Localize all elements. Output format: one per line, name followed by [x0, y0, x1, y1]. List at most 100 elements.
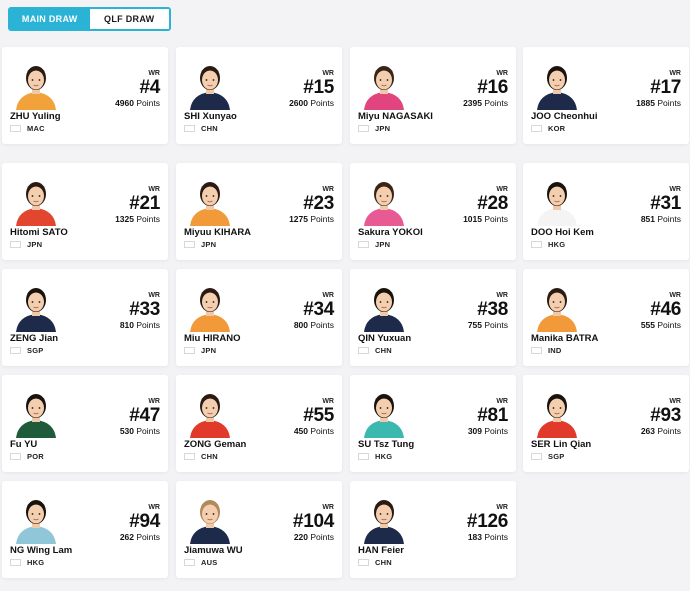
points-label: Points	[484, 214, 508, 224]
player-name[interactable]: HAN Feier	[358, 545, 404, 556]
world-rank: #16	[477, 77, 508, 98]
ranking-points: 220 Points	[254, 532, 334, 542]
points-value: 810	[119, 320, 134, 330]
player-first-name: Miu	[184, 333, 201, 344]
rank-box: WR #104 220 Points	[254, 503, 334, 542]
player-country: CHN	[358, 346, 392, 355]
player-country: MAC	[10, 124, 45, 133]
rank-box: WR #34 800 Points	[254, 291, 334, 330]
ranking-points: 2600 Points	[254, 98, 334, 108]
player-card[interactable]: WR #17 1885 Points JOO Cheonhui KOR	[523, 47, 689, 144]
ranking-points: 4960 Points	[80, 98, 160, 108]
player-name[interactable]: Sakura YOKOI	[358, 227, 423, 238]
player-card[interactable]: WR #55 450 Points ZONG Geman CHN	[176, 375, 342, 472]
chn-flag-icon	[184, 453, 195, 460]
player-name[interactable]: SU Tsz Tung	[358, 439, 414, 450]
world-rank: #23	[303, 193, 334, 214]
player-name[interactable]: ZONG Geman	[184, 439, 246, 450]
player-name[interactable]: SHI Xunyao	[184, 111, 237, 122]
player-card[interactable]: WR #31 851 Points DOO Hoi Kem HKG	[523, 163, 689, 260]
player-first-name: SER	[531, 439, 551, 450]
player-name[interactable]: QIN Yuxuan	[358, 333, 411, 344]
points-value: 755	[467, 320, 482, 330]
rank-box: WR #47 530 Points	[80, 397, 160, 436]
player-country: HKG	[358, 452, 392, 461]
player-first-name: ZONG	[184, 439, 212, 450]
player-name[interactable]: ZENG Jian	[10, 333, 58, 344]
player-name[interactable]: Manika BATRA	[531, 333, 598, 344]
player-card[interactable]: WR #47 530 Points Fu YU POR	[2, 375, 168, 472]
player-card[interactable]: WR #28 1015 Points Sakura YOKOI JPN	[350, 163, 516, 260]
ranking-points: 530 Points	[80, 426, 160, 436]
country-code: IND	[548, 346, 562, 355]
player-card[interactable]: WR #21 1325 Points Hitomi SATO JPN	[2, 163, 168, 260]
player-card[interactable]: WR #38 755 Points QIN Yuxuan CHN	[350, 269, 516, 366]
points-label: Points	[484, 320, 508, 330]
points-value: 4960	[115, 98, 134, 108]
player-first-name: Miyu	[358, 111, 380, 122]
player-name[interactable]: Miyuu KIHARA	[184, 227, 251, 238]
world-rank: #4	[139, 77, 160, 98]
player-card[interactable]: WR #23 1275 Points Miyuu KIHARA JPN	[176, 163, 342, 260]
player-name[interactable]: Jiamuwa WU	[184, 545, 243, 556]
rank-box: WR #23 1275 Points	[254, 185, 334, 224]
country-code: CHN	[375, 346, 392, 355]
points-value: 1885	[636, 98, 655, 108]
player-last-name: Xunyao	[202, 111, 237, 122]
player-last-name: Jian	[39, 333, 59, 344]
ranking-points: 263 Points	[601, 426, 681, 436]
chn-flag-icon	[358, 347, 369, 354]
points-value: 800	[293, 320, 308, 330]
player-name[interactable]: NG Wing Lam	[10, 545, 72, 556]
player-card[interactable]: WR #15 2600 Points SHI Xunyao CHN	[176, 47, 342, 144]
player-card[interactable]: WR #81 309 Points SU Tsz Tung HKG	[350, 375, 516, 472]
points-label: Points	[136, 320, 160, 330]
player-last-name: KIHARA	[214, 227, 252, 238]
player-first-name: DOO	[531, 227, 553, 238]
player-card[interactable]: WR #33 810 Points ZENG Jian SGP	[2, 269, 168, 366]
player-card[interactable]: WR #104 220 Points Jiamuwa WU AUS	[176, 481, 342, 578]
points-value: 309	[467, 426, 482, 436]
player-name[interactable]: DOO Hoi Kem	[531, 227, 594, 238]
player-first-name: ZHU	[10, 111, 30, 122]
player-card[interactable]: WR #46 555 Points Manika BATRA IND	[523, 269, 689, 366]
points-value: 450	[293, 426, 308, 436]
player-name[interactable]: SER Lin Qian	[531, 439, 591, 450]
world-rank: #15	[303, 77, 334, 98]
ranking-points: 309 Points	[428, 426, 508, 436]
player-card[interactable]: WR #16 2395 Points Miyu NAGASAKI JPN	[350, 47, 516, 144]
rank-box: WR #81 309 Points	[428, 397, 508, 436]
player-last-name: YOKOI	[392, 227, 423, 238]
player-country: CHN	[358, 558, 392, 567]
country-code: JPN	[375, 124, 391, 133]
player-name[interactable]: Miu HIRANO	[184, 333, 240, 344]
points-value: 263	[640, 426, 655, 436]
player-name[interactable]: ZHU Yuling	[10, 111, 61, 122]
hkg-flag-icon	[531, 241, 542, 248]
points-label: Points	[310, 320, 334, 330]
player-name[interactable]: JOO Cheonhui	[531, 111, 598, 122]
ranking-points: 183 Points	[428, 532, 508, 542]
player-card[interactable]: WR #93 263 Points SER Lin Qian SGP	[523, 375, 689, 472]
player-name[interactable]: Hitomi SATO	[10, 227, 68, 238]
player-name[interactable]: Fu YU	[10, 439, 37, 450]
ranking-points: 450 Points	[254, 426, 334, 436]
points-value: 555	[640, 320, 655, 330]
country-code: JPN	[201, 346, 217, 355]
country-code: CHN	[201, 124, 218, 133]
country-code: SGP	[27, 346, 44, 355]
player-country: JPN	[184, 346, 216, 355]
player-last-name: WU	[226, 545, 243, 556]
player-country: SGP	[10, 346, 43, 355]
player-last-name: Yuling	[32, 111, 61, 122]
player-card[interactable]: WR #126 183 Points HAN Feier CHN	[350, 481, 516, 578]
player-name[interactable]: Miyu NAGASAKI	[358, 111, 433, 122]
player-country: KOR	[531, 124, 565, 133]
player-card[interactable]: WR #94 262 Points NG Wing Lam HKG	[2, 481, 168, 578]
kor-flag-icon	[531, 125, 542, 132]
country-code: SGP	[548, 452, 565, 461]
player-card[interactable]: WR #34 800 Points Miu HIRANO JPN	[176, 269, 342, 366]
jpn-flag-icon	[358, 125, 369, 132]
player-card[interactable]: WR #4 4960 Points ZHU Yuling MAC	[2, 47, 168, 144]
player-last-name: YU	[24, 439, 38, 450]
